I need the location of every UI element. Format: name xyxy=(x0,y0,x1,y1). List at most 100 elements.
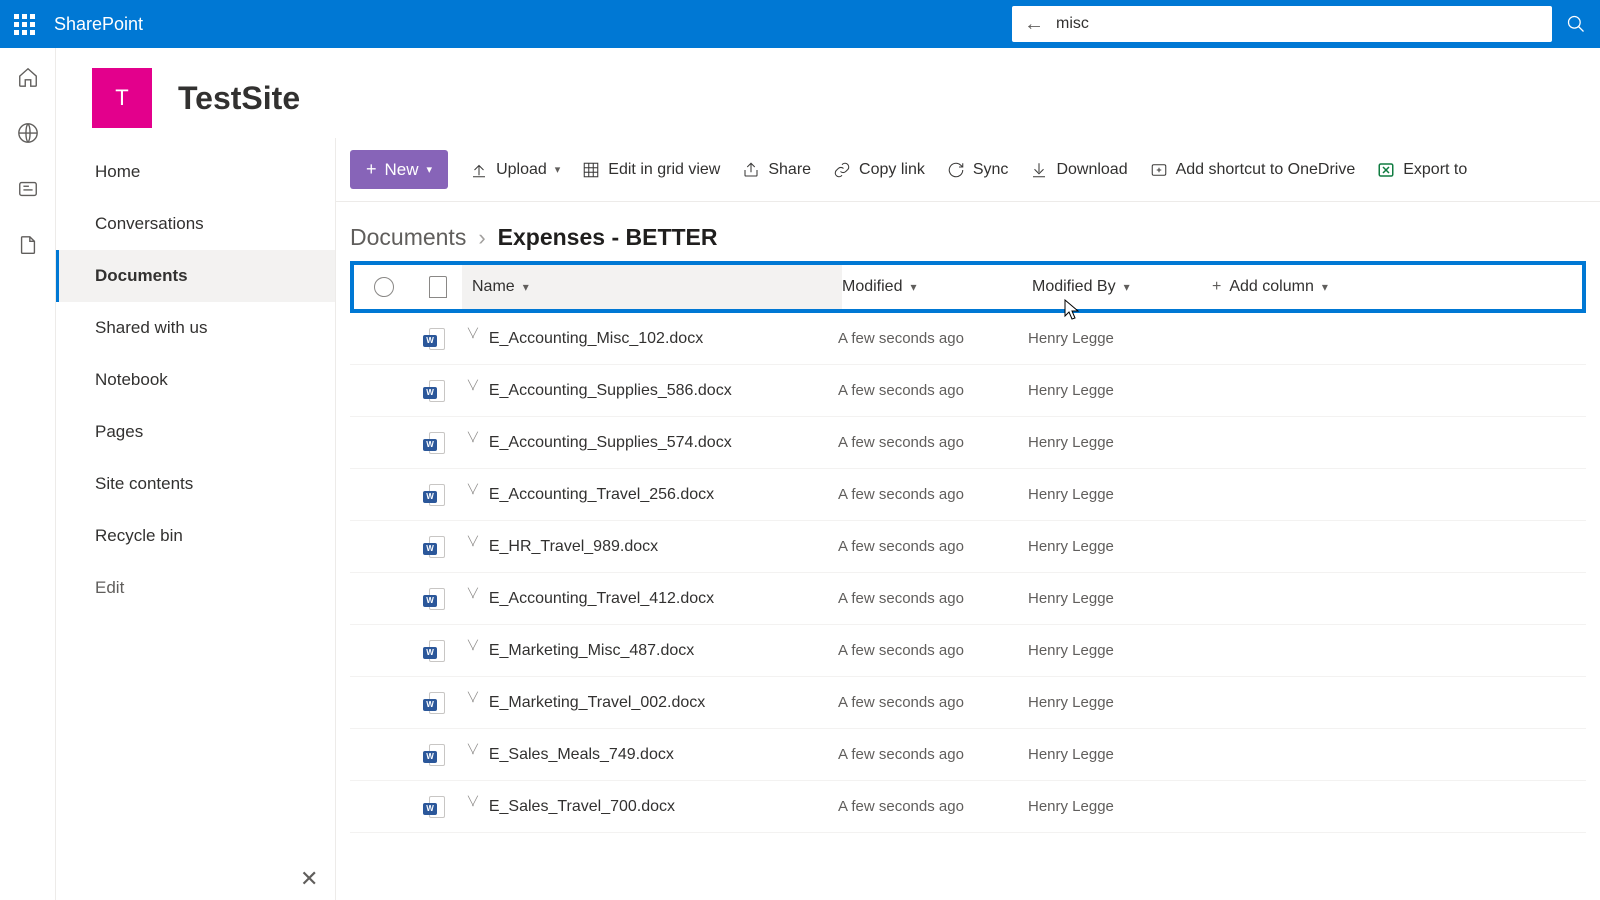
globe-icon[interactable] xyxy=(17,122,39,144)
word-doc-icon: W xyxy=(423,484,445,506)
copy-link-button[interactable]: Copy link xyxy=(833,161,925,179)
name-column-header[interactable]: Name ▾ xyxy=(462,265,842,309)
app-launcher-button[interactable] xyxy=(0,0,48,48)
file-name-cell[interactable]: ╲╱E_Accounting_Misc_102.docx xyxy=(458,313,838,364)
file-name-cell[interactable]: ╲╱E_HR_Travel_989.docx xyxy=(458,521,838,572)
download-button[interactable]: Download xyxy=(1030,161,1127,179)
row-select[interactable] xyxy=(350,641,410,661)
nav-item-edit[interactable]: Edit xyxy=(56,562,335,614)
table-row[interactable]: W╲╱E_Accounting_Misc_102.docxA few secon… xyxy=(350,313,1586,365)
modified-by-cell[interactable]: Henry Legge xyxy=(1028,642,1208,659)
sync-button[interactable]: Sync xyxy=(947,161,1009,179)
modified-by-cell[interactable]: Henry Legge xyxy=(1028,746,1208,763)
row-select[interactable] xyxy=(350,693,410,713)
modified-cell: A few seconds ago xyxy=(838,590,1028,607)
row-select[interactable] xyxy=(350,797,410,817)
chevron-down-icon: ▾ xyxy=(555,163,561,176)
row-select[interactable] xyxy=(350,537,410,557)
table-row[interactable]: W╲╱E_Accounting_Travel_256.docxA few sec… xyxy=(350,469,1586,521)
files-icon[interactable] xyxy=(17,234,39,256)
nav-item-pages[interactable]: Pages xyxy=(56,406,335,458)
share-label: Share xyxy=(768,161,811,179)
row-select[interactable] xyxy=(350,485,410,505)
nav-item-documents[interactable]: Documents xyxy=(56,250,335,302)
modified-by-cell[interactable]: Henry Legge xyxy=(1028,590,1208,607)
nav-item-shared-with-us[interactable]: Shared with us xyxy=(56,302,335,354)
row-select[interactable] xyxy=(350,589,410,609)
file-name-cell[interactable]: ╲╱E_Accounting_Supplies_586.docx xyxy=(458,365,838,416)
type-column-header[interactable] xyxy=(414,276,462,298)
edit-grid-button[interactable]: Edit in grid view xyxy=(582,161,720,179)
breadcrumb-root[interactable]: Documents xyxy=(350,224,466,251)
nav-item-home[interactable]: Home xyxy=(56,146,335,198)
nav-item-conversations[interactable]: Conversations xyxy=(56,198,335,250)
search-button[interactable] xyxy=(1552,0,1600,48)
modified-by-cell[interactable]: Henry Legge xyxy=(1028,434,1208,451)
breadcrumb: Documents › Expenses - BETTER xyxy=(336,202,1600,261)
upload-button[interactable]: Upload ▾ xyxy=(470,161,560,179)
row-select[interactable] xyxy=(350,381,410,401)
app-rail xyxy=(0,48,56,900)
search-region: ← xyxy=(1012,0,1600,48)
modified-by-cell[interactable]: Henry Legge xyxy=(1028,486,1208,503)
close-icon[interactable]: ✕ xyxy=(300,866,318,892)
table-row[interactable]: W╲╱E_Accounting_Travel_412.docxA few sec… xyxy=(350,573,1586,625)
upload-label: Upload xyxy=(496,161,547,179)
table-row[interactable]: W╲╱E_Sales_Meals_749.docxA few seconds a… xyxy=(350,729,1586,781)
file-name-cell[interactable]: ╲╱E_Sales_Meals_749.docx xyxy=(458,729,838,780)
modified-by-cell[interactable]: Henry Legge xyxy=(1028,382,1208,399)
file-type-cell: W xyxy=(410,692,458,714)
modified-column-header[interactable]: Modified ▾ xyxy=(842,278,1032,296)
row-select[interactable] xyxy=(350,329,410,349)
export-button[interactable]: Export to xyxy=(1377,161,1467,179)
file-name-cell[interactable]: ╲╱E_Sales_Travel_700.docx xyxy=(458,781,838,832)
file-name-cell[interactable]: ╲╱E_Accounting_Travel_256.docx xyxy=(458,469,838,520)
select-all-cell[interactable] xyxy=(354,277,414,297)
search-input[interactable] xyxy=(1056,15,1540,33)
table-row[interactable]: W╲╱E_Marketing_Travel_002.docxA few seco… xyxy=(350,677,1586,729)
nav-item-notebook[interactable]: Notebook xyxy=(56,354,335,406)
row-select[interactable] xyxy=(350,745,410,765)
file-name-cell[interactable]: ╲╱E_Marketing_Travel_002.docx xyxy=(458,677,838,728)
row-select[interactable] xyxy=(350,433,410,453)
add-column-button[interactable]: + Add column ▾ xyxy=(1212,278,1382,296)
table-row[interactable]: W╲╱E_Accounting_Supplies_574.docxA few s… xyxy=(350,417,1586,469)
file-type-cell: W xyxy=(410,484,458,506)
home-icon[interactable] xyxy=(17,66,39,88)
site-logo[interactable]: T xyxy=(92,68,152,128)
file-type-cell: W xyxy=(410,588,458,610)
table-row[interactable]: W╲╱E_Accounting_Supplies_586.docxA few s… xyxy=(350,365,1586,417)
search-back-icon[interactable]: ← xyxy=(1024,13,1044,36)
nav-item-site-contents[interactable]: Site contents xyxy=(56,458,335,510)
file-type-cell: W xyxy=(410,380,458,402)
modified-by-column-header[interactable]: Modified By ▾ xyxy=(1032,278,1212,296)
shortcut-button[interactable]: Add shortcut to OneDrive xyxy=(1150,161,1356,179)
file-name-cell[interactable]: ╲╱E_Accounting_Supplies_574.docx xyxy=(458,417,838,468)
news-icon[interactable] xyxy=(17,178,39,200)
modified-by-cell[interactable]: Henry Legge xyxy=(1028,798,1208,815)
content-row: HomeConversationsDocumentsShared with us… xyxy=(56,138,1600,900)
new-button[interactable]: + New ▾ xyxy=(350,150,448,189)
file-name-label: E_HR_Travel_989.docx xyxy=(489,538,658,556)
table-row[interactable]: W╲╱E_HR_Travel_989.docxA few seconds ago… xyxy=(350,521,1586,573)
share-button[interactable]: Share xyxy=(742,161,811,179)
modified-cell: A few seconds ago xyxy=(838,538,1028,555)
table-row[interactable]: W╲╱E_Marketing_Misc_487.docxA few second… xyxy=(350,625,1586,677)
sync-icon xyxy=(947,161,965,179)
modified-by-cell[interactable]: Henry Legge xyxy=(1028,694,1208,711)
nav-item-recycle-bin[interactable]: Recycle bin xyxy=(56,510,335,562)
file-name-cell[interactable]: ╲╱E_Marketing_Misc_487.docx xyxy=(458,625,838,676)
site-title[interactable]: TestSite xyxy=(178,80,300,117)
file-type-cell: W xyxy=(410,432,458,454)
brand-label[interactable]: SharePoint xyxy=(54,14,143,35)
file-name-cell[interactable]: ╲╱E_Accounting_Travel_412.docx xyxy=(458,573,838,624)
chevron-down-icon: ▾ xyxy=(523,280,529,294)
download-icon xyxy=(1030,161,1048,179)
search-box[interactable]: ← xyxy=(1012,6,1552,42)
export-label: Export to xyxy=(1403,161,1467,179)
loading-spinner-icon: ╲╱ xyxy=(468,796,477,807)
modified-by-cell[interactable]: Henry Legge xyxy=(1028,538,1208,555)
modified-by-cell[interactable]: Henry Legge xyxy=(1028,330,1208,347)
column-header-row: Name ▾ Modified ▾ Modified By ▾ + xyxy=(350,261,1586,313)
table-row[interactable]: W╲╱E_Sales_Travel_700.docxA few seconds … xyxy=(350,781,1586,833)
